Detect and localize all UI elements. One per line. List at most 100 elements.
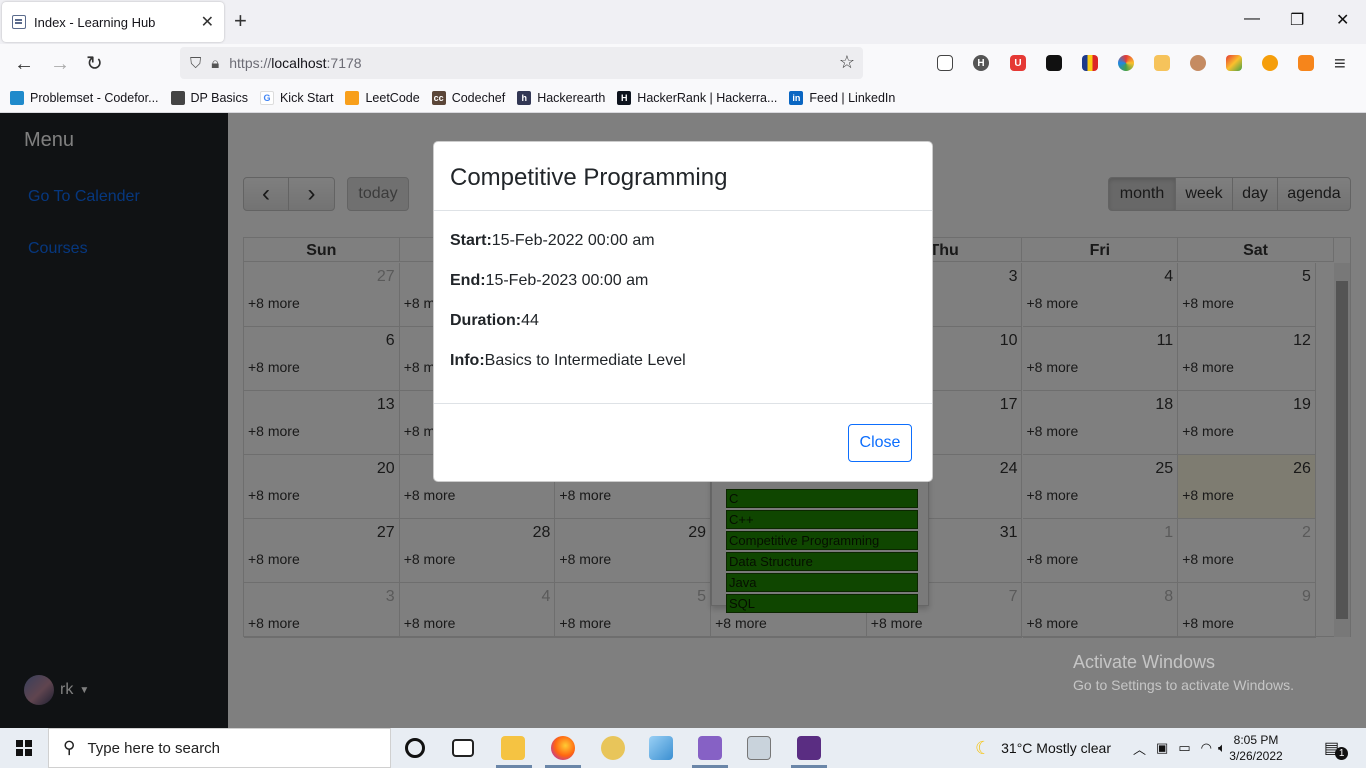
google-icon: G <box>259 91 274 105</box>
moon-icon: ☾ <box>975 737 992 758</box>
url-text[interactable]: https://localhost:7178 <box>229 55 361 71</box>
chart-extension-icon[interactable] <box>1154 55 1170 71</box>
start-field: Start:15-Feb-2022 00:00 am <box>450 232 655 250</box>
close-button[interactable]: Close <box>848 424 912 462</box>
address-bar[interactable]: ⛉ 🔒︎ https://localhost:7178 ☆ <box>180 47 863 79</box>
bookmark-codechef[interactable]: cc Codechef <box>431 91 506 105</box>
close-window-button[interactable]: ✕ <box>1336 10 1349 30</box>
taskbar-search[interactable]: ⚲ Type here to search <box>48 728 391 768</box>
maximize-button[interactable]: ❐ <box>1290 10 1304 30</box>
firefox-icon[interactable] <box>551 736 575 760</box>
hamburger-menu-icon[interactable]: ≡ <box>1334 52 1346 76</box>
flag-extension-icon[interactable] <box>1082 55 1098 71</box>
bookmark-linkedin[interactable]: in Feed | LinkedIn <box>789 91 895 105</box>
notes-app-icon[interactable] <box>649 736 673 760</box>
info-field: Info:Basics to Intermediate Level <box>450 352 686 370</box>
bar-chart-icon <box>10 91 24 105</box>
acorn-extension-icon[interactable] <box>1262 55 1278 71</box>
ghost-extension-icon[interactable] <box>1046 55 1062 71</box>
info-label: Info: <box>450 352 485 369</box>
duration-value: 44 <box>521 312 539 329</box>
search-icon: ⚲ <box>63 738 76 757</box>
wifi-icon[interactable]: ◠ <box>1201 740 1212 756</box>
bookmark-label: LeetCode <box>365 91 420 105</box>
visual-studio-icon[interactable] <box>698 736 722 760</box>
bookmark-label: Hackerearth <box>537 91 606 105</box>
task-view-icon[interactable] <box>452 739 474 757</box>
duration-field: Duration:44 <box>450 312 539 330</box>
minimize-button[interactable]: — <box>1244 10 1260 28</box>
lock-icon[interactable]: 🔒︎ <box>211 55 219 72</box>
start-value: 15-Feb-2022 00:00 am <box>491 232 655 249</box>
bookmark-label: Codechef <box>451 91 506 105</box>
bookmark-dp-basics[interactable]: DP Basics <box>170 91 248 105</box>
modal-header: Competitive Programming <box>434 142 932 211</box>
bookmark-label: Problemset - Codefor... <box>30 91 159 105</box>
browser-nav-bar: ← → ↻ ⛉ 🔒︎ https://localhost:7178 ☆ H U … <box>0 44 1366 84</box>
pocket-icon[interactable] <box>937 55 953 71</box>
leetcode-icon <box>345 91 360 105</box>
bug-icon <box>170 91 185 105</box>
system-tray[interactable]: ︿ ▣ ▭ ◠ 🔈︎ <box>1133 728 1226 768</box>
bookmark-codeforces[interactable]: Problemset - Codefor... <box>10 91 159 105</box>
browser-tab-bar: Index - Learning Hub ✕ + — ❐ ✕ <box>0 0 1366 44</box>
paint-extension-icon[interactable] <box>1226 55 1242 71</box>
end-value: 15-Feb-2023 00:00 am <box>485 272 649 289</box>
battery-icon[interactable]: ▭ <box>1178 740 1190 756</box>
notification-center[interactable]: ▤ 1 <box>1324 728 1349 768</box>
tab-title: Index - Learning Hub <box>34 14 156 30</box>
page-favicon-icon <box>12 15 26 29</box>
search-placeholder: Type here to search <box>87 739 221 757</box>
reload-icon[interactable]: ↻ <box>86 52 103 76</box>
duration-label: Duration: <box>450 312 522 329</box>
volume-icon[interactable]: 🔈︎ <box>1218 740 1226 756</box>
face-extension-icon[interactable] <box>1190 55 1206 71</box>
clock-time: 8:05 PM <box>1233 733 1279 747</box>
hackerearth-icon: h <box>517 91 532 105</box>
cortana-icon[interactable] <box>405 738 425 758</box>
tab-close-icon[interactable]: ✕ <box>201 12 214 32</box>
back-arrow-icon[interactable]: ← <box>14 52 34 76</box>
activate-windows-subtitle: Go to Settings to activate Windows. <box>1073 677 1294 693</box>
paint-app-icon[interactable] <box>747 736 771 760</box>
bookmark-hackerearth[interactable]: h Hackerearth <box>517 91 605 105</box>
meet-now-icon[interactable]: ▣ <box>1156 740 1168 756</box>
linkedin-icon: in <box>789 91 804 105</box>
windows-start-icon[interactable] <box>16 740 32 756</box>
system-clock[interactable]: 8:05 PM 3/26/2022 <box>1226 732 1286 764</box>
notification-count: 1 <box>1335 746 1349 760</box>
metamask-icon[interactable] <box>1298 55 1314 71</box>
bookmark-label: HackerRank | Hackerra... <box>637 91 778 105</box>
bookmarks-bar: Problemset - Codefor... DP Basics G Kick… <box>0 84 1366 113</box>
modal-footer-divider <box>434 403 932 404</box>
new-tab-button[interactable]: + <box>234 10 247 32</box>
bookmark-kick-start[interactable]: G Kick Start <box>259 91 334 105</box>
weather-text: 31°C Mostly clear <box>1001 740 1111 756</box>
file-explorer-icon[interactable] <box>501 736 525 760</box>
bookmark-label: Kick Start <box>279 91 334 105</box>
chevron-up-icon[interactable]: ︿ <box>1133 739 1146 758</box>
info-value: Basics to Intermediate Level <box>484 352 686 369</box>
end-label: End: <box>450 272 486 289</box>
bookmark-label: DP Basics <box>190 91 248 105</box>
terminal-app-icon[interactable] <box>797 736 821 760</box>
game-app-icon[interactable] <box>601 736 625 760</box>
activate-windows-title: Activate Windows <box>1073 652 1216 672</box>
clock-date: 3/26/2022 <box>1229 749 1283 763</box>
ublock-icon[interactable]: U <box>1010 55 1026 71</box>
color-picker-icon[interactable] <box>1118 55 1134 71</box>
event-details-modal: Competitive Programming Start:15-Feb-202… <box>433 141 933 482</box>
bookmark-hackerrank[interactable]: H HackerRank | Hackerra... <box>617 91 777 105</box>
hackerrank-icon: H <box>617 91 632 105</box>
bookmark-leetcode[interactable]: LeetCode <box>345 91 420 105</box>
browser-tab[interactable]: Index - Learning Hub ✕ <box>2 2 224 42</box>
tracking-shield-icon[interactable]: ⛉ <box>190 55 201 72</box>
weather-widget[interactable]: ☾ 31°C Mostly clear <box>975 728 1111 768</box>
end-field: End:15-Feb-2023 00:00 am <box>450 272 648 290</box>
bookmark-label: Feed | LinkedIn <box>809 91 896 105</box>
modal-title: Competitive Programming <box>450 164 728 191</box>
bookmark-star-icon[interactable]: ☆ <box>839 52 855 73</box>
honey-icon[interactable]: H <box>973 55 989 71</box>
codechef-icon: cc <box>431 91 446 105</box>
forward-arrow-icon[interactable]: → <box>50 52 70 76</box>
